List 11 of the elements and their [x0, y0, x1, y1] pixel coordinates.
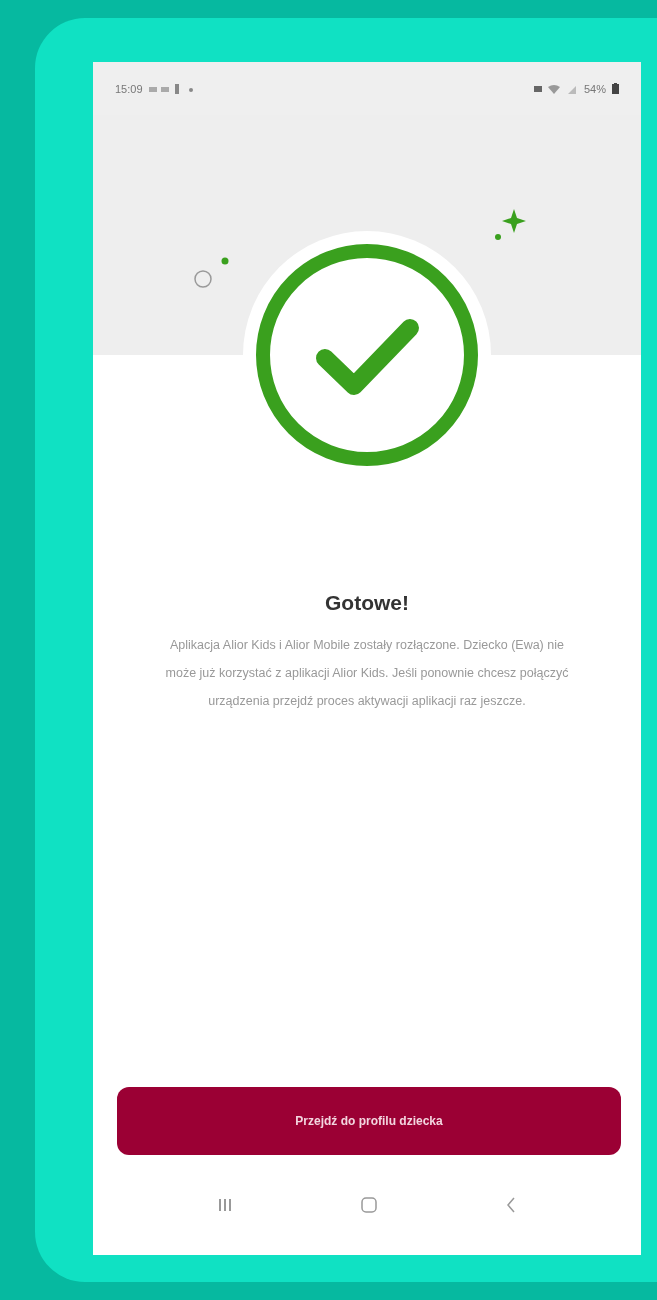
- back-icon[interactable]: [506, 1197, 517, 1213]
- status-time: 15:09: [115, 82, 143, 95]
- profile-button[interactable]: Przejdź do profilu dziecka: [117, 1087, 621, 1155]
- home-icon[interactable]: [361, 1197, 377, 1213]
- signal-icons: [533, 82, 578, 95]
- message-text: Aplikacja Alior Kids i Alior Mobile zostały rozłączone. Dziecko (Ewa) nie może już korzystać z aplikacji Alior Kids. Jeśli ponownie chcesz połączyć urządzenia przejdź proces aktywacji aplikacji raz jeszcze.: [164, 637, 570, 710]
- battery-icon: [612, 83, 619, 94]
- recent-apps-icon[interactable]: [217, 1198, 232, 1212]
- battery-level: 54%: [583, 82, 606, 95]
- title: Gotowe!: [324, 591, 410, 615]
- notification-icons: [148, 83, 195, 94]
